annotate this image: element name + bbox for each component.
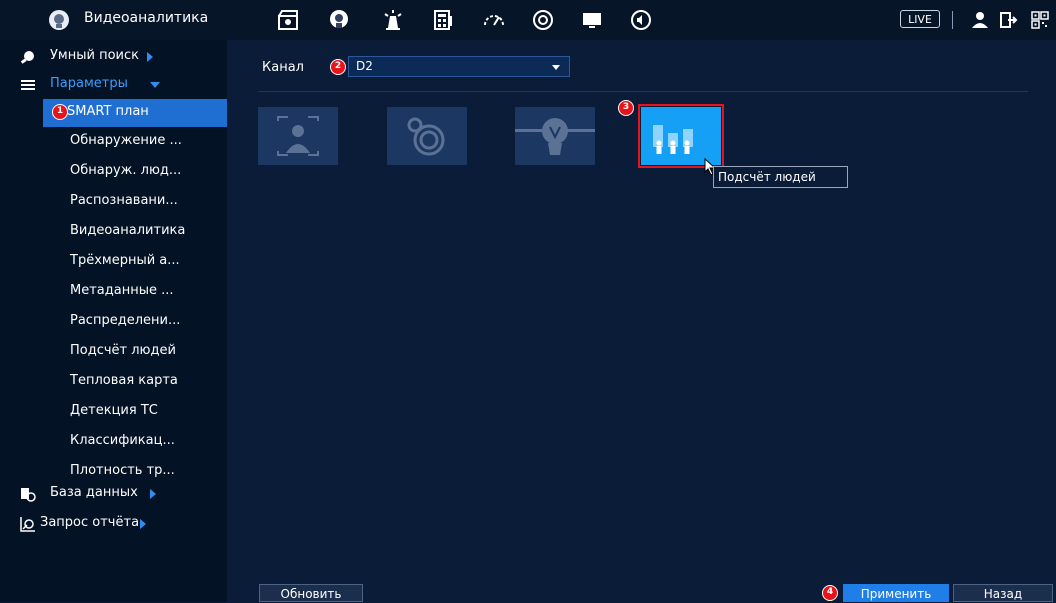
sidebar-item-label: База данных: [50, 485, 138, 500]
sidebar-subitem[interactable]: Подсчёт людей: [0, 338, 227, 366]
heat-lamp-tile[interactable]: [515, 107, 595, 165]
clapperboard-icon[interactable]: [276, 8, 300, 32]
sidebar-subitem[interactable]: Тепловая карта: [0, 368, 227, 396]
monitor-icon[interactable]: [580, 8, 604, 32]
channel-select[interactable]: D2: [348, 56, 570, 77]
top-separator: [952, 11, 953, 29]
live-button[interactable]: LIVE: [900, 10, 940, 28]
expand-arrow-icon: [140, 519, 146, 529]
sidebar-subitem[interactable]: Видеоаналитика: [0, 218, 227, 246]
sidebar-subitem-label: Обнаружение ...: [70, 133, 182, 148]
sidebar-subitem[interactable]: Классификац...: [0, 428, 227, 456]
sidebar-subitem-label: Трёхмерный а...: [70, 253, 180, 268]
chevron-down-icon: [552, 65, 560, 70]
step-badge-2: 2: [330, 59, 346, 75]
face-detection-tile[interactable]: [258, 107, 338, 165]
report-chart-icon: [20, 517, 35, 532]
sidebar-item-smart-search[interactable]: Умный поиск: [0, 43, 227, 71]
calculator-icon[interactable]: [431, 8, 455, 32]
qr-code-icon[interactable]: [1030, 10, 1050, 30]
sidebar-item-label: Запрос отчёта: [40, 515, 140, 530]
sidebar-subitem-label: Детекция ТС: [70, 403, 158, 418]
step-badge-1: 1: [52, 104, 68, 120]
expand-arrow-icon: [150, 489, 156, 499]
tooltip: Подсчёт людей: [713, 166, 848, 188]
step-badge-4: 4: [822, 585, 838, 601]
sidebar-item-database[interactable]: База данных: [0, 480, 227, 508]
sidebar-item-report[interactable]: Запрос отчёта: [0, 510, 227, 538]
sidebar-subitem-label: Плотность тр...: [70, 463, 175, 478]
logout-icon[interactable]: [998, 10, 1018, 30]
expand-arrow-icon: [147, 52, 153, 62]
user-icon[interactable]: [970, 10, 990, 30]
sidebar-subitem[interactable]: Обнаруж. люд...: [0, 158, 227, 186]
sidebar-subitem[interactable]: Распределени...: [0, 308, 227, 336]
sidebar-subitem-label: Классификац...: [70, 433, 175, 448]
brain-home-icon[interactable]: [48, 9, 70, 31]
face-icon[interactable]: [327, 8, 351, 32]
gauge-icon[interactable]: [482, 8, 506, 32]
sidebar-item-label: Умный поиск: [50, 48, 139, 63]
sidebar-item-label: SMART план: [67, 104, 149, 119]
sidebar-subitem[interactable]: Распознавани...: [0, 188, 227, 216]
alarm-icon[interactable]: [381, 8, 405, 32]
sidebar-subitem[interactable]: Трёхмерный а...: [0, 248, 227, 276]
people-counting-icon: [653, 125, 693, 154]
sidebar-item-params[interactable]: Параметры: [0, 71, 227, 99]
sidebar-subitem-label: Тепловая карта: [70, 373, 178, 388]
sidebar-subitem-label: Обнаруж. люд...: [70, 163, 182, 178]
channel-label: Канал: [262, 60, 304, 75]
sidebar-subitem[interactable]: Детекция ТС: [0, 398, 227, 426]
lamp-icon: [515, 118, 595, 155]
apply-button[interactable]: Применить: [843, 584, 949, 602]
back-button[interactable]: Назад: [953, 584, 1053, 602]
channel-select-value: D2: [356, 59, 373, 73]
target-icon: [407, 117, 445, 156]
sidebar-subitem-label: Подсчёт людей: [70, 343, 176, 358]
section-divider: [258, 91, 1028, 92]
object-tracking-tile[interactable]: [387, 107, 467, 165]
search-icon: [20, 51, 34, 64]
sidebar-subitem[interactable]: Обнаружение ...: [0, 128, 227, 156]
sidebar-item-smart-plan[interactable]: SMART план: [43, 99, 227, 127]
sidebar-subitem-label: Видеоаналитика: [70, 223, 186, 238]
sidebar-subitem[interactable]: Метаданные ...: [0, 278, 227, 306]
step-badge-3: 3: [618, 100, 634, 116]
collapse-arrow-icon: [150, 82, 160, 88]
sidebar-subitem-label: Метаданные ...: [70, 283, 174, 298]
top-bar: Видеоаналитика LIVE: [0, 0, 1056, 40]
sync-icon[interactable]: [531, 8, 555, 32]
speaker-icon[interactable]: [629, 8, 653, 32]
sidebar-item-label: Параметры: [50, 76, 128, 91]
sidebar: Умный поиск Параметры SMART план 1 Обнар…: [0, 40, 227, 602]
database-icon: [21, 488, 36, 502]
list-icon: [21, 80, 35, 90]
refresh-button[interactable]: Обновить: [259, 584, 363, 602]
sidebar-subitem-label: Распознавани...: [70, 193, 178, 208]
sidebar-subitem-label: Распределени...: [70, 313, 181, 328]
face-frame-icon: [277, 116, 319, 156]
app-title: Видеоаналитика: [84, 10, 209, 26]
people-counting-tile[interactable]: [638, 104, 724, 168]
